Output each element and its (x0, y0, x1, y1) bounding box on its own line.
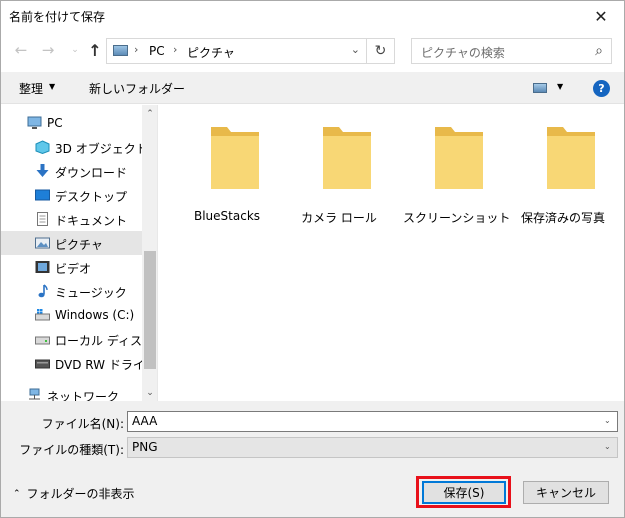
sidebar-item-label: ビデオ (55, 262, 92, 276)
back-arrow-icon[interactable]: ← (11, 40, 31, 60)
dialog-title: 名前を付けて保存 (9, 10, 106, 24)
sidebar-item-label: ミュージック (55, 286, 127, 300)
hide-folders-label: フォルダーの非表示 (26, 487, 135, 501)
view-options-icon[interactable] (533, 83, 547, 93)
folder-icon (211, 127, 259, 189)
dialog-footer: ⌃ フォルダーの非表示 保存(S) キャンセル (1, 461, 624, 517)
sidebar-item-3d-objects[interactable]: 3D オブジェクト (1, 135, 148, 159)
pictures-location-icon (113, 45, 128, 56)
sidebar-item-pc[interactable]: PC (1, 111, 142, 135)
refresh-icon[interactable]: ↻ (367, 38, 395, 64)
sidebar-item-label: PC (47, 116, 63, 130)
breadcrumb-pc[interactable]: PC (149, 44, 165, 58)
sidebar-item-label: デスクトップ (55, 190, 128, 204)
folder-item-bluestacks[interactable]: BlueStacks (179, 119, 275, 229)
filename-label: ファイル名(N): (41, 417, 124, 431)
sidebar-item-label: ネットワーク (47, 390, 120, 401)
desktop-icon (35, 189, 50, 201)
download-icon (36, 164, 49, 177)
network-icon (29, 388, 40, 400)
close-icon[interactable]: ✕ (578, 1, 624, 31)
sidebar-item-network[interactable]: ネットワーク (1, 383, 142, 401)
filetype-select[interactable]: PNG (127, 437, 618, 458)
filetype-label: ファイルの種類(T): (19, 443, 124, 457)
3d-objects-icon (35, 140, 50, 154)
breadcrumb-separator-icon[interactable]: › (173, 43, 177, 56)
folder-name: カメラ ロール (301, 211, 377, 225)
sidebar-item-label: ダウンロード (55, 166, 128, 180)
sidebar-item-videos[interactable]: ビデオ (1, 255, 142, 279)
cancel-button[interactable]: キャンセル (523, 481, 609, 504)
organize-button[interactable]: 整理 (19, 80, 43, 97)
filename-dropdown-chevron-icon[interactable]: ⌄ (604, 416, 611, 425)
sidebar-item-label: ドキュメント (55, 214, 128, 228)
new-folder-button[interactable]: 新しいフォルダー (89, 80, 185, 97)
breadcrumb-separator-icon[interactable]: › (134, 43, 138, 56)
search-input[interactable]: ピクチャの検索 ⌕ (411, 38, 612, 64)
folder-item-saved-pictures[interactable]: 保存済みの写真 (515, 119, 611, 229)
sidebar-item-music[interactable]: ミュージック (1, 279, 142, 303)
navigation-pane: PC 3D オブジェクト ダウンロード デスクトップ ドキュメント ピクチャ ビ… (1, 105, 158, 401)
folder-item-screenshots[interactable]: スクリーンショット (403, 119, 511, 229)
sidebar-item-label: ピクチャ (55, 238, 103, 252)
documents-icon (37, 212, 48, 226)
folder-icon (547, 127, 595, 189)
folder-name: スクリーンショット (403, 211, 511, 225)
sidebar-item-desktop[interactable]: デスクトップ (1, 183, 142, 207)
hide-folders-toggle[interactable]: ⌃ フォルダーの非表示 (13, 485, 135, 502)
pictures-icon (35, 237, 50, 249)
folder-name: BlueStacks (193, 209, 261, 223)
help-icon[interactable]: ? (593, 80, 610, 97)
pc-icon (27, 116, 42, 129)
up-arrow-icon[interactable]: ↑ (85, 40, 105, 60)
chevron-up-icon: ⌃ (13, 488, 21, 499)
folder-name: 保存済みの写真 (520, 211, 605, 225)
sidebar-item-label: 3D オブジェクト (55, 142, 148, 156)
search-placeholder: ピクチャの検索 (421, 46, 505, 60)
sidebar-item-documents[interactable]: ドキュメント (1, 207, 142, 231)
address-bar[interactable]: › PC › ピクチャ ⌄ (106, 38, 367, 64)
sidebar-scrollbar[interactable]: ⌃ ⌄ (142, 105, 157, 401)
view-options-caret-icon[interactable]: ▼ (557, 82, 563, 91)
organize-caret-icon[interactable]: ▼ (49, 82, 55, 91)
music-icon (38, 284, 48, 298)
drive-icon (35, 309, 50, 321)
scroll-up-icon[interactable]: ⌃ (142, 105, 157, 122)
sidebar-item-local-disk-d[interactable]: ローカル ディスク (D (1, 327, 157, 351)
sidebar-item-downloads[interactable]: ダウンロード (1, 159, 142, 183)
sidebar-item-windows-c[interactable]: Windows (C:) (1, 303, 142, 327)
navigation-bar: ← → ⌄ ↑ › PC › ピクチャ ⌄ ↻ ピクチャの検索 ⌕ (1, 33, 624, 67)
sidebar-item-dvd-drive[interactable]: DVD RW ドライブ ( (1, 351, 157, 375)
title-bar: 名前を付けて保存 ✕ (1, 1, 624, 31)
command-toolbar: 整理 ▼ 新しいフォルダー ▼ ? (1, 72, 624, 104)
folder-item-camera-roll[interactable]: カメラ ロール (291, 119, 387, 229)
folder-view: BlueStacks カメラ ロール スクリーンショット 保存済みの写真 (159, 105, 624, 401)
drive-icon (35, 336, 50, 345)
breadcrumb-pictures[interactable]: ピクチャ (187, 44, 235, 61)
save-button[interactable]: 保存(S) (422, 481, 506, 504)
save-form: ファイル名(N): AAA ⌄ ファイルの種類(T): PNG ⌄ (1, 401, 624, 461)
scroll-down-icon[interactable]: ⌄ (142, 384, 157, 401)
scroll-thumb[interactable] (144, 251, 156, 369)
folder-icon (435, 127, 483, 189)
sidebar-item-label: Windows (C:) (55, 308, 135, 322)
address-dropdown-chevron-icon[interactable]: ⌄ (351, 43, 360, 56)
filename-input[interactable]: AAA (127, 411, 618, 432)
videos-icon (35, 261, 50, 273)
forward-arrow-icon[interactable]: → (38, 40, 58, 60)
search-icon[interactable]: ⌕ (595, 43, 603, 59)
save-as-dialog: 名前を付けて保存 ✕ ← → ⌄ ↑ › PC › ピクチャ ⌄ ↻ ピクチャの… (0, 0, 625, 518)
dvd-drive-icon (35, 359, 50, 369)
recent-locations-chevron-icon[interactable]: ⌄ (65, 40, 85, 60)
filetype-dropdown-chevron-icon[interactable]: ⌄ (604, 442, 611, 451)
sidebar-item-pictures[interactable]: ピクチャ (1, 231, 142, 255)
folder-icon (323, 127, 371, 189)
